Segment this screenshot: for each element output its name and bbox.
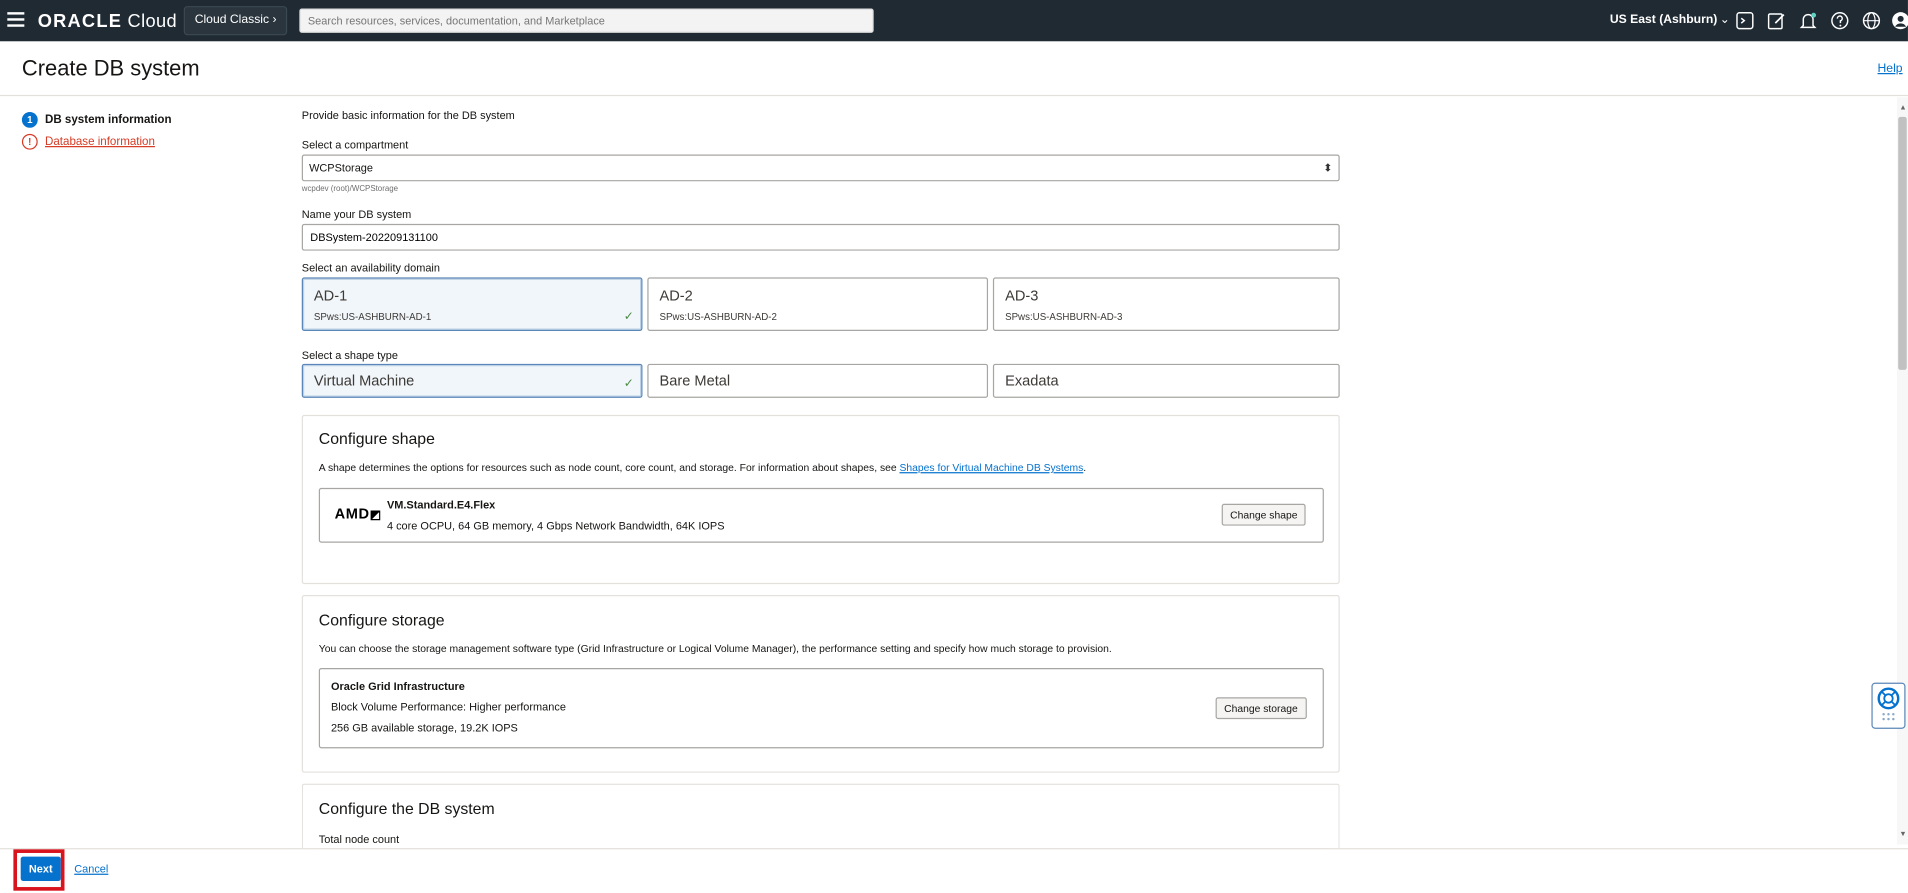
db-name-label: Name your DB system [301, 208, 412, 221]
configure-storage-panel: Configure storage You can choose the sto… [301, 595, 1340, 773]
search-input[interactable] [299, 8, 874, 33]
hamburger-icon[interactable] [7, 12, 25, 27]
bell-icon[interactable] [1798, 11, 1817, 30]
cloud-classic-button[interactable]: Cloud Classic › [183, 6, 288, 36]
cancel-link[interactable]: Cancel [74, 863, 108, 875]
step-label[interactable]: Database information [45, 135, 155, 148]
user-icon[interactable] [1891, 11, 1908, 30]
configure-shape-desc-text: A shape determines the options for resou… [318, 461, 900, 474]
ad-card-subtitle: SPws:US-ASHBURN-AD-3 [1005, 311, 1123, 323]
ad-card-subtitle: SPws:US-ASHBURN-AD-2 [659, 311, 777, 323]
top-navigation-bar: ORACLE Cloud Cloud Classic › US East (As… [0, 0, 1908, 42]
updown-arrows-icon: ⬍ [1323, 161, 1333, 175]
amd-arrow-icon: ◩ [369, 508, 382, 523]
shapes-doc-link[interactable]: Shapes for Virtual Machine DB Systems [900, 461, 1084, 473]
logo-product: Cloud [122, 10, 178, 32]
shape-type-virtual-machine[interactable]: Virtual Machine ✓ [301, 363, 643, 398]
error-icon: ! [21, 133, 38, 150]
compartment-label: Select a compartment [301, 138, 409, 151]
page-scrollbar-thumb[interactable] [1898, 116, 1907, 370]
region-label: US East (Ashburn) [1609, 13, 1718, 27]
cloud-shell-icon[interactable] [1735, 11, 1754, 30]
ad-card-subtitle: SPws:US-ASHBURN-AD-1 [313, 311, 432, 323]
check-icon: ✓ [623, 377, 634, 391]
support-lifebuoy-widget[interactable] [1871, 682, 1906, 729]
storage-performance: Block Volume Performance: Higher perform… [330, 700, 566, 714]
shape-type-bare-metal[interactable]: Bare Metal [647, 363, 989, 398]
selected-storage-box: Oracle Grid Infrastructure Block Volume … [318, 668, 1324, 749]
configure-shape-description: A shape determines the options for resou… [319, 461, 1086, 473]
oracle-cloud-logo[interactable]: ORACLE Cloud [38, 11, 177, 32]
shape-type-label: Select a shape type [301, 349, 398, 362]
shape-detail: 4 core OCPU, 64 GB memory, 4 Gbps Networ… [386, 519, 725, 532]
help-link[interactable]: Help [1878, 62, 1903, 75]
configure-db-system-title: Configure the DB system [318, 799, 495, 818]
ad-card-title: AD-3 [1005, 287, 1039, 305]
wizard-steps: 1 DB system information ! Database infor… [21, 110, 172, 154]
step-label: DB system information [45, 113, 172, 127]
region-selector[interactable]: US East (Ashburn) ⌄ [1610, 13, 1730, 26]
logo-brand: ORACLE [37, 10, 123, 32]
shape-type-title: Bare Metal [659, 372, 731, 390]
availability-domain-label: Select an availability domain [301, 261, 440, 274]
db-name-input[interactable] [301, 223, 1340, 251]
change-shape-button[interactable]: Change shape [1221, 503, 1306, 526]
check-icon: ✓ [623, 310, 634, 324]
ad-card-ad-2[interactable]: AD-2 SPws:US-ASHBURN-AD-2 [647, 277, 989, 331]
ad-card-ad-1[interactable]: AD-1 SPws:US-ASHBURN-AD-1 ✓ [301, 277, 643, 331]
configure-storage-description: You can choose the storage management so… [318, 642, 1112, 655]
shape-type-title: Virtual Machine [313, 372, 415, 390]
cloud-classic-label: Cloud Classic [194, 13, 270, 27]
chevron-down-icon: ⌄ [1719, 13, 1730, 27]
next-button[interactable]: Next [20, 856, 61, 881]
configure-shape-title: Configure shape [318, 429, 435, 448]
shape-type-exadata[interactable]: Exadata [992, 363, 1340, 398]
configure-storage-title: Configure storage [318, 610, 445, 630]
step-database-information[interactable]: ! Database information [21, 131, 172, 152]
configure-db-system-panel: Configure the DB system Total node count [301, 783, 1340, 857]
amd-logo-text: AMD [334, 504, 370, 523]
compartment-path: wcpdev (root)/WCPStorage [301, 184, 399, 194]
step-number-badge: 1 [21, 111, 38, 128]
globe-icon[interactable] [1862, 11, 1881, 30]
shape-name: VM.Standard.E4.Flex [386, 498, 496, 512]
ad-card-ad-3[interactable]: AD-3 SPws:US-ASHBURN-AD-3 [992, 277, 1340, 331]
storage-software: Oracle Grid Infrastructure [330, 680, 465, 693]
configure-shape-desc-end: . [1083, 461, 1087, 474]
lifebuoy-icon [1877, 687, 1900, 721]
step-db-system-information[interactable]: 1 DB system information [21, 110, 172, 131]
help-circle-icon[interactable] [1830, 11, 1849, 30]
chevron-right-icon: › [272, 13, 277, 27]
wizard-footer [0, 848, 1908, 893]
ad-card-title: AD-1 [313, 287, 348, 305]
scroll-up-arrow-icon[interactable]: ▲ [1899, 105, 1906, 112]
change-storage-button[interactable]: Change storage [1215, 697, 1307, 720]
form-intro: Provide basic information for the DB sys… [301, 109, 515, 122]
page-title: Create DB system [21, 55, 200, 81]
scroll-down-arrow-icon[interactable]: ▼ [1899, 831, 1906, 838]
ad-card-title: AD-2 [659, 287, 693, 305]
edit-icon[interactable] [1767, 11, 1786, 30]
page-header [0, 41, 1908, 97]
compartment-select[interactable]: WCPStorage ⬍ [301, 154, 1340, 182]
amd-logo: AMD◩ [335, 505, 382, 522]
storage-capacity: 256 GB available storage, 19.2K IOPS [330, 721, 518, 734]
shape-type-title: Exadata [1005, 372, 1059, 390]
configure-shape-panel: Configure shape A shape determines the o… [301, 414, 1340, 585]
compartment-value: WCPStorage [309, 161, 373, 175]
selected-shape-box: AMD◩ VM.Standard.E4.Flex 4 core OCPU, 64… [318, 487, 1324, 543]
total-node-count-label: Total node count [318, 833, 400, 846]
